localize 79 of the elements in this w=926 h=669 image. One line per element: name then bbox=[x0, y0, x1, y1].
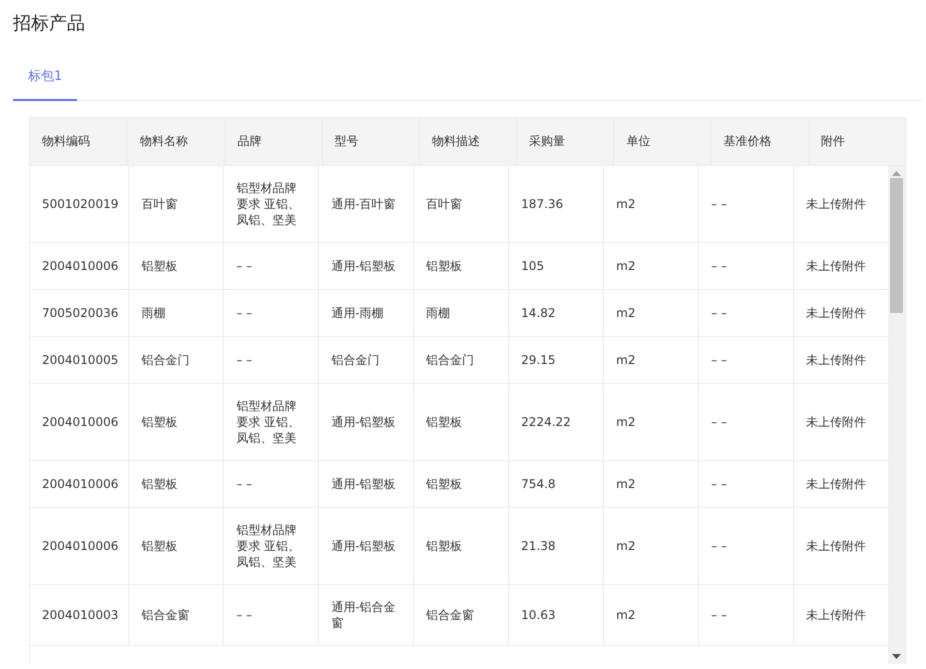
table-cell: 铝塑板 bbox=[413, 461, 508, 508]
table-cell: 754.8 bbox=[508, 461, 604, 508]
table-cell: 铝塑板 bbox=[413, 384, 508, 461]
table-cell: 2004010005 bbox=[30, 337, 128, 384]
table-cell: 铝塑板 bbox=[413, 508, 508, 585]
table-cell: – – bbox=[223, 290, 318, 337]
table-cell: 通用-百叶窗 bbox=[318, 166, 414, 243]
table-cell: m2 bbox=[603, 585, 698, 646]
table-cell: 2004010003 bbox=[30, 585, 128, 646]
table-cell: 2224.22 bbox=[508, 384, 604, 461]
table-cell: 铝型材品牌要求 亚铝、凤铝、坚美 bbox=[223, 384, 318, 461]
table-cell: – – bbox=[698, 290, 794, 337]
column-header: 物料名称 bbox=[127, 118, 224, 165]
table-cell: – – bbox=[698, 384, 794, 461]
table-cell: – – bbox=[698, 243, 794, 290]
table-cell: 铝合金门 bbox=[318, 337, 414, 384]
table-cell: 21.38 bbox=[508, 508, 604, 585]
table-cell: – – bbox=[223, 585, 318, 646]
table-cell: 铝塑板 bbox=[128, 384, 224, 461]
table-cell: m2 bbox=[603, 508, 698, 585]
table-cell: 百叶窗 bbox=[128, 166, 224, 243]
table-cell: m2 bbox=[603, 290, 698, 337]
column-header: 型号 bbox=[322, 118, 419, 165]
column-header: 采购量 bbox=[516, 118, 614, 165]
table-cell: 7005020036 bbox=[30, 290, 128, 337]
column-header: 基准价格 bbox=[710, 118, 808, 165]
column-header: 物料编码 bbox=[41, 133, 91, 150]
table-cell: 铝塑板 bbox=[128, 461, 224, 508]
table-cell: 105 bbox=[508, 243, 604, 290]
table-cell: 2004010006 bbox=[30, 508, 128, 585]
table-cell: m2 bbox=[603, 461, 698, 508]
table-cell: 铝型材品牌要求 亚铝、凤铝、坚美 bbox=[223, 166, 318, 243]
table-cell: – – bbox=[698, 337, 794, 384]
table-cell: 铝型材品牌要求 亚铝、凤铝、坚美 bbox=[223, 508, 318, 585]
table-cell: 铝塑板 bbox=[128, 243, 224, 290]
table-cell: 铝合金门 bbox=[128, 337, 224, 384]
table-cell: – – bbox=[698, 461, 794, 508]
table-cell: – – bbox=[223, 337, 318, 384]
table-cell: 铝塑板 bbox=[413, 243, 508, 290]
table-cell: 29.15 bbox=[508, 337, 604, 384]
table-cell: 通用-铝塑板 bbox=[318, 243, 414, 290]
table-cell: – – bbox=[223, 461, 318, 508]
column-header: 单位 bbox=[613, 118, 711, 165]
table-cell: 通用-铝合金窗 bbox=[318, 585, 414, 646]
column-header: 附件 bbox=[808, 118, 905, 165]
table-cell: m2 bbox=[603, 384, 698, 461]
tab[interactable]: 标包1 bbox=[13, 58, 78, 101]
page-title: 招标产品 bbox=[13, 12, 85, 36]
column-header: 品牌 bbox=[224, 118, 322, 165]
table-cell: 雨棚 bbox=[413, 290, 508, 337]
table-cell: 铝合金门 bbox=[413, 337, 508, 384]
table-cell: m2 bbox=[603, 243, 698, 290]
table-cell: 14.82 bbox=[508, 290, 604, 337]
table-cell: 2004010006 bbox=[30, 384, 128, 461]
table-cell: 铝合金窗 bbox=[413, 585, 508, 646]
scroll-up-icon[interactable] bbox=[892, 171, 901, 176]
table-cell: – – bbox=[698, 508, 794, 585]
table-cell: 187.36 bbox=[508, 166, 604, 243]
table-cell: – – bbox=[223, 243, 318, 290]
table-cell: 5001020019 bbox=[30, 166, 128, 243]
table-cell: – – bbox=[698, 585, 794, 646]
table-cell: m2 bbox=[603, 337, 698, 384]
table-cell: m2 bbox=[603, 166, 698, 243]
scroll-down-icon[interactable] bbox=[892, 654, 901, 659]
table-cell: 百叶窗 bbox=[413, 166, 508, 243]
table-cell: 10.63 bbox=[508, 585, 604, 646]
table-cell: 通用-雨棚 bbox=[318, 290, 414, 337]
table-cell: 2004010006 bbox=[30, 243, 128, 290]
table-cell: 铝塑板 bbox=[128, 508, 224, 585]
table-cell: 铝合金窗 bbox=[128, 585, 224, 646]
table-cell: 通用-铝塑板 bbox=[318, 508, 414, 585]
table-cell: 通用-铝塑板 bbox=[318, 384, 414, 461]
column-header: 物料描述 bbox=[418, 118, 516, 165]
table-cell: 通用-铝塑板 bbox=[318, 461, 414, 508]
scrollbar-thumb[interactable] bbox=[890, 178, 903, 313]
table-cell: – – bbox=[698, 166, 794, 243]
table-cell: 2004010006 bbox=[30, 461, 128, 508]
table-cell: 雨棚 bbox=[128, 290, 224, 337]
scrollbar[interactable] bbox=[888, 166, 905, 664]
